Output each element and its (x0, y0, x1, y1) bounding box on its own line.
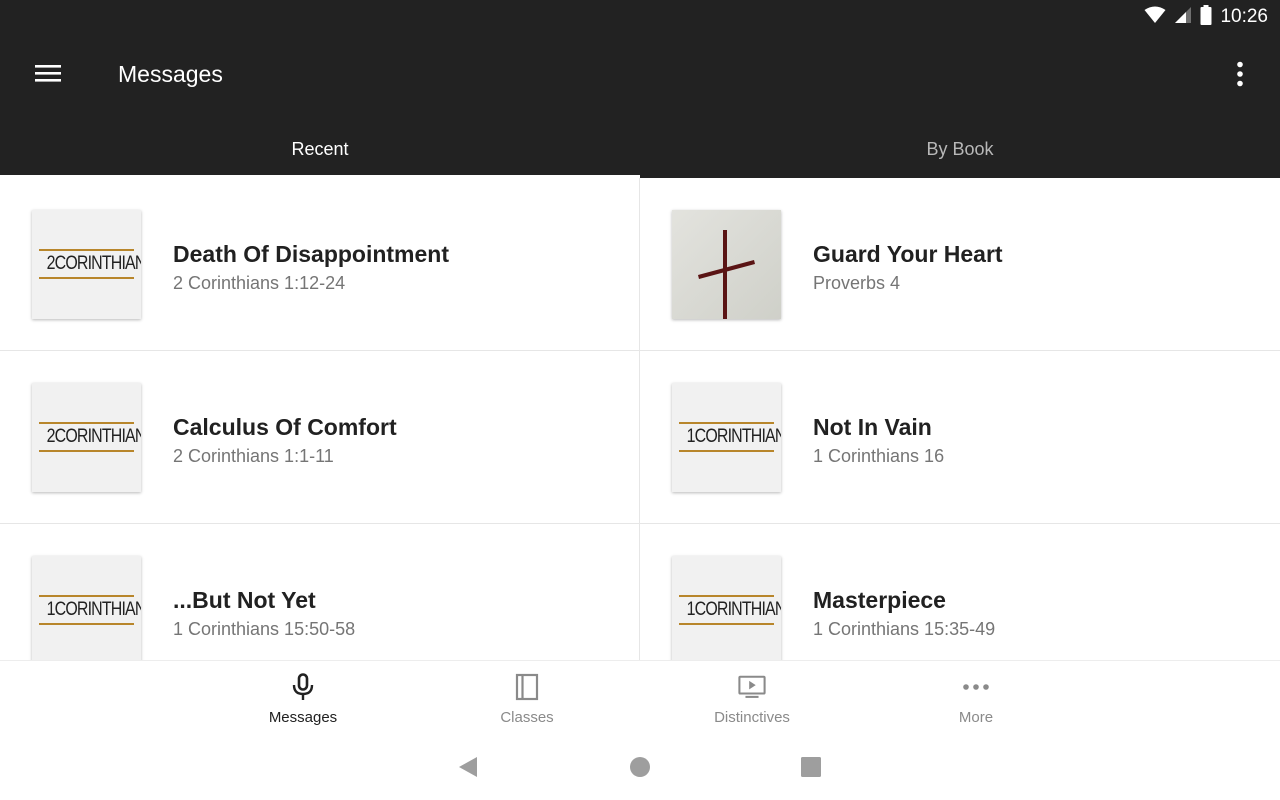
status-bar: 10:26 (0, 0, 1280, 34)
message-card[interactable]: 1CORINTHIANS Not In Vain 1 Corinthians 1… (640, 351, 1280, 524)
nav-label: More (958, 709, 994, 726)
series-thumbnail: 1CORINTHIANS (32, 556, 141, 660)
battery-icon (1200, 4, 1212, 30)
more-horizontal-icon (962, 673, 990, 701)
message-title: ...But Not Yet (173, 587, 316, 613)
status-time: 10:26 (1220, 6, 1268, 27)
message-title: Guard Your Heart (813, 241, 1003, 267)
tab-by-book[interactable]: By Book (640, 120, 1280, 178)
page-title: Messages (118, 61, 223, 87)
wifi-icon (1144, 6, 1166, 29)
series-logo: 1CORINTHIANS (679, 595, 781, 627)
series-logo: 1CORINTHIANS (39, 595, 141, 627)
message-card[interactable]: 2CORINTHIANS Calculus Of Comfort 2 Corin… (0, 351, 640, 524)
video-play-icon (738, 673, 766, 701)
tab-label: Recent (291, 139, 349, 159)
series-logo: 2CORINTHIANS (39, 422, 141, 454)
nav-label: Classes (500, 709, 554, 726)
recents-button[interactable] (796, 754, 826, 784)
message-list[interactable]: 2CORINTHIANS Death Of Disappointment 2 C… (0, 178, 1280, 660)
series-thumbnail (672, 210, 781, 319)
back-button[interactable] (453, 754, 483, 784)
message-reference: Proverbs 4 (813, 273, 901, 293)
tab-label: By Book (926, 139, 994, 159)
message-card[interactable]: 1CORINTHIANS ...But Not Yet 1 Corinthian… (0, 524, 640, 660)
series-logo-text: 2CORINTHIANS (46, 253, 141, 274)
recents-square-icon (800, 756, 822, 783)
message-card[interactable]: Guard Your Heart Proverbs 4 (640, 178, 1280, 351)
series-thumbnail: 2CORINTHIANS (32, 210, 141, 319)
series-logo-text: 2CORINTHIANS (46, 426, 141, 447)
message-card[interactable]: 1CORINTHIANS Masterpiece 1 Corinthians 1… (640, 524, 1280, 660)
series-thumbnail: 1CORINTHIANS (672, 383, 781, 492)
series-logo-text: 1CORINTHIANS (686, 599, 781, 620)
message-title: Masterpiece (813, 587, 946, 613)
series-thumbnail: 1CORINTHIANS (672, 556, 781, 660)
tab-recent[interactable]: Recent (0, 120, 640, 178)
cross-icon (672, 210, 781, 319)
series-logo-text: 1CORINTHIANS (46, 599, 141, 620)
series-logo: 1CORINTHIANS (679, 422, 781, 454)
menu-button[interactable] (28, 58, 68, 92)
message-title: Calculus Of Comfort (173, 414, 397, 440)
message-reference: 1 Corinthians 15:50-58 (173, 619, 356, 639)
message-reference: 2 Corinthians 1:12-24 (173, 273, 346, 293)
message-card[interactable]: 2CORINTHIANS Death Of Disappointment 2 C… (0, 178, 640, 351)
nav-label: Messages (268, 709, 338, 726)
nav-item-messages[interactable]: Messages (233, 661, 373, 737)
more-vertical-icon (1236, 61, 1244, 92)
message-reference: 1 Corinthians 15:35-49 (813, 619, 996, 639)
message-reference: 2 Corinthians 1:1-11 (173, 446, 334, 466)
series-logo-text: 1CORINTHIANS (686, 426, 781, 447)
nav-item-classes[interactable]: Classes (457, 661, 597, 737)
hamburger-menu-icon (35, 63, 61, 88)
nav-item-more[interactable]: More (906, 661, 1046, 737)
status-icons: 10:26 (1144, 4, 1268, 30)
microphone-icon (289, 673, 317, 701)
book-icon (513, 673, 541, 701)
home-button[interactable] (625, 754, 655, 784)
nav-label: Distinctives (714, 709, 790, 726)
home-circle-icon (629, 756, 651, 783)
tab-bar: Recent By Book (0, 120, 1280, 178)
system-navigation-bar (0, 736, 1280, 800)
nav-item-distinctives[interactable]: Distinctives (682, 661, 822, 737)
bottom-navigation: Messages Classes Distinctives More (0, 660, 1280, 736)
overflow-menu-button[interactable] (1222, 56, 1258, 96)
cell-signal-icon (1174, 6, 1192, 29)
message-title: Death Of Disappointment (173, 241, 450, 267)
message-reference: 1 Corinthians 16 (813, 446, 945, 466)
series-logo: 2CORINTHIANS (39, 249, 141, 281)
message-title: Not In Vain (813, 414, 932, 440)
back-triangle-icon (457, 755, 479, 784)
app-bar: Messages (0, 34, 1280, 120)
series-thumbnail: 2CORINTHIANS (32, 383, 141, 492)
